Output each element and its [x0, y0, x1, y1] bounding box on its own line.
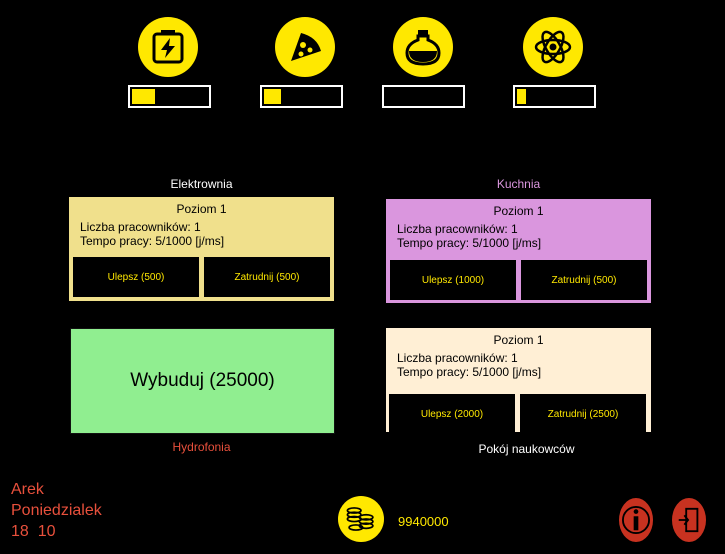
day-name: Poniedzialek [11, 502, 102, 519]
player-name: Arek [11, 481, 44, 498]
science-room-panel: Poziom 1 Liczba pracowników: 1 Tempo pra… [386, 328, 651, 434]
game-time: 18 10 [11, 523, 56, 540]
info-button[interactable] [619, 498, 653, 542]
money-amount: 9940000 [398, 514, 449, 529]
coins-icon [338, 496, 384, 542]
water-level-bar [382, 85, 465, 108]
energy-level-bar [128, 85, 211, 108]
kitchen-workers: Liczba pracowników: 1 [397, 222, 518, 236]
power-plant-panel: Poziom 1 Liczba pracowników: 1 Tempo pra… [69, 197, 334, 301]
energy-resource-icon [138, 17, 198, 77]
power-plant-workers: Liczba pracowników: 1 [80, 220, 201, 234]
pizza-icon [291, 33, 321, 61]
kitchen-panel: Poziom 1 Liczba pracowników: 1 Tempo pra… [386, 199, 651, 303]
kitchen-hire-button[interactable]: Zatrudnij (500) [521, 260, 647, 300]
science-room-level: Poziom 1 [493, 333, 544, 347]
power-plant-rate: Tempo pracy: 5/1000 [j/ms] [80, 234, 225, 248]
kitchen-upgrade-button[interactable]: Ulepsz (1000) [390, 260, 516, 300]
science-room-hire-button[interactable]: Zatrudnij (2500) [520, 394, 646, 434]
science-room-title: Pokój naukowców [478, 442, 575, 456]
atom-icon [534, 30, 572, 64]
power-plant-upgrade-button[interactable]: Ulepsz (500) [73, 257, 199, 297]
lightning-battery-icon [152, 30, 184, 64]
power-plant-level: Poziom 1 [176, 202, 227, 216]
science-level-bar [513, 85, 596, 108]
exit-door-icon [678, 507, 699, 533]
science-room-workers: Liczba pracowników: 1 [397, 351, 518, 365]
hydroponics-build-button[interactable]: Wybuduj (25000) [70, 328, 335, 434]
player-info: Arek Poniedzialek 18 10 [11, 479, 102, 542]
science-room-rate: Tempo pracy: 5/1000 [j/ms] [397, 365, 542, 379]
food-resource-icon [275, 17, 335, 77]
kitchen-rate: Tempo pracy: 5/1000 [j/ms] [397, 236, 542, 250]
science-resource-icon [523, 17, 583, 77]
science-room-upgrade-button[interactable]: Ulepsz (2000) [389, 394, 515, 434]
water-resource-icon [393, 17, 453, 77]
kitchen-title: Kuchnia [496, 177, 541, 191]
exit-button[interactable] [672, 498, 706, 542]
hydroponics-title: Hydrofonia [172, 440, 231, 454]
flask-icon [405, 30, 441, 66]
power-plant-title: Elektrownia [170, 177, 233, 191]
kitchen-level: Poziom 1 [493, 204, 544, 218]
info-icon [622, 506, 650, 534]
food-level-bar [260, 85, 343, 108]
power-plant-hire-button[interactable]: Zatrudnij (500) [204, 257, 330, 297]
